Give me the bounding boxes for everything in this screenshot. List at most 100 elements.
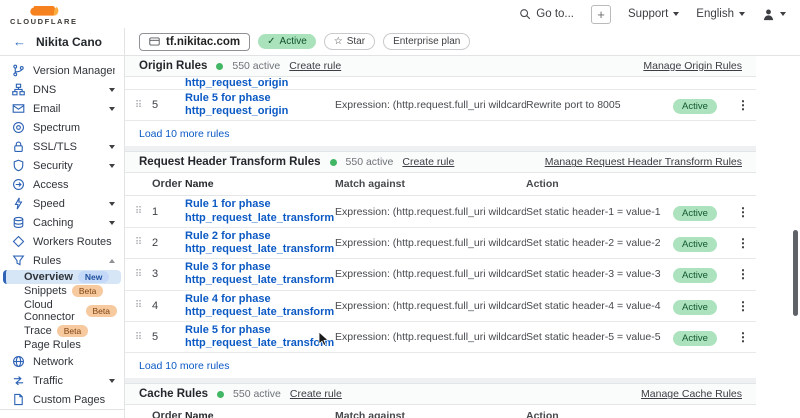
user-menu[interactable] — [762, 8, 786, 21]
rule-name-line2: http_request_late_transform — [185, 337, 331, 350]
sidebar-item-speed[interactable]: Speed — [0, 194, 124, 213]
drag-handle-icon[interactable]: ⠿ — [125, 269, 152, 280]
sidebar-item-security[interactable]: Security — [0, 156, 124, 175]
back-arrow-icon[interactable]: ← — [13, 34, 26, 49]
lock-icon — [12, 140, 25, 153]
sidebar-item-label: Security — [33, 160, 101, 172]
email-icon — [12, 102, 25, 115]
rule-name-link[interactable]: Rule 2 for phasehttp_request_late_transf… — [185, 230, 331, 256]
sidebar-item-label: Access — [33, 179, 115, 191]
sidebar-item-caching[interactable]: Caching — [0, 213, 124, 232]
sidebar-item-workers-routes[interactable]: Workers Routes — [0, 232, 124, 251]
section-request-header-transform-rules: Request Header Transform Rules550 active… — [125, 152, 756, 378]
rule-action: Set static header-1 = value-1 — [526, 206, 673, 218]
goto-search[interactable]: Go to... — [519, 8, 574, 20]
rule-name-link[interactable]: Rule 1 for phasehttp_request_late_transf… — [185, 198, 331, 224]
sidebar-subitem-overview[interactable]: OverviewNew — [3, 270, 121, 284]
kebab-menu-button[interactable]: ⋮ — [730, 299, 756, 313]
kebab-menu-button[interactable]: ⋮ — [730, 330, 756, 344]
star-button[interactable]: ☆ Star — [324, 33, 375, 50]
load-more-row: Load 10 more rules — [125, 353, 756, 378]
create-rule-link[interactable]: Create rule — [290, 388, 342, 400]
status-badge: ✓ Active — [258, 34, 316, 49]
table-row: ⠿4Rule 4 for phasehttp_request_late_tran… — [125, 291, 756, 322]
section-title: Origin Rules — [139, 60, 207, 72]
rule-name-link[interactable]: http_request_origin — [185, 77, 288, 90]
sidebar-item-label: DNS — [33, 84, 101, 96]
manage-rules-link[interactable]: Manage Request Header Transform Rules — [545, 156, 742, 168]
chevron-down-icon — [739, 12, 745, 16]
vertical-scrollbar[interactable] — [793, 230, 798, 316]
sidebar-item-custom-pages[interactable]: Custom Pages — [0, 390, 124, 409]
sidebar-item-ssl-tls[interactable]: SSL/TLS — [0, 137, 124, 156]
chevron-down-icon — [109, 88, 115, 92]
kebab-menu-button[interactable]: ⋮ — [730, 205, 756, 219]
rule-name-link[interactable]: Rule 5 for phasehttp_request_late_transf… — [185, 324, 331, 350]
rule-name-line1: Rule 4 for phase — [185, 293, 331, 306]
table-row-partial: http_request_origin — [125, 77, 756, 90]
rule-match-expression: Expression: (http.request.full_uri wildc… — [335, 206, 526, 218]
section-header: Cache Rules550 activeCreate ruleManage C… — [125, 384, 756, 405]
sidebar-item-spectrum[interactable]: Spectrum — [0, 118, 124, 137]
support-menu[interactable]: Support — [628, 8, 679, 20]
rule-name-cell: Rule 5 for phasehttp_request_late_transf… — [185, 322, 335, 352]
table-column-headers: OrderNameMatch againstAction — [125, 405, 756, 418]
content: Origin Rules550 activeCreate ruleManage … — [125, 56, 756, 418]
drag-handle-icon[interactable]: ⠿ — [125, 332, 152, 343]
rule-name-line1: Rule 5 for phase — [185, 92, 331, 105]
sidebar-item-label: Custom Pages — [33, 394, 115, 406]
sidebar-item-dns[interactable]: DNS — [0, 80, 124, 99]
sidebar-subitem-snippets[interactable]: SnippetsBeta — [3, 284, 121, 298]
new-badge: New — [78, 271, 109, 283]
database-icon — [12, 216, 25, 229]
language-menu[interactable]: English — [696, 8, 745, 20]
collapse-sidebar-button[interactable]: «Collapse sidebar — [0, 409, 124, 418]
sidebar-subitem-cloud-connector[interactable]: Cloud ConnectorBeta — [3, 298, 121, 324]
sidebar-subitem-label: Snippets — [24, 285, 67, 297]
sidebar-subitem-trace[interactable]: TraceBeta — [3, 324, 121, 338]
rule-name-line2: http_request_late_transform — [185, 243, 331, 256]
sidebar-item-email[interactable]: Email — [0, 99, 124, 118]
sidebar-item-network[interactable]: Network — [0, 352, 124, 371]
drag-handle-icon[interactable]: ⠿ — [125, 206, 152, 217]
drag-handle-icon[interactable]: ⠿ — [125, 237, 152, 248]
add-site-button[interactable]: + — [591, 5, 611, 24]
active-dot-icon — [330, 159, 337, 166]
kebab-menu-button[interactable]: ⋮ — [730, 267, 756, 281]
status-badge: Active — [673, 268, 717, 283]
status-badge: Active — [673, 206, 717, 221]
domain-selector[interactable]: tf.nikitac.com — [139, 33, 250, 51]
sidebar-subitem-label: Page Rules — [24, 339, 81, 351]
create-rule-link[interactable]: Create rule — [289, 60, 341, 72]
kebab-menu-button[interactable]: ⋮ — [730, 236, 756, 250]
column-name: Name — [185, 408, 335, 418]
manage-rules-link[interactable]: Manage Cache Rules — [641, 388, 742, 400]
rule-name-cell: Rule 2 for phasehttp_request_late_transf… — [185, 228, 335, 258]
rule-order: 4 — [152, 300, 185, 312]
create-rule-link[interactable]: Create rule — [402, 156, 454, 168]
sidebar-item-version-management[interactable]: Version Management — [0, 61, 124, 80]
chevron-down-icon — [109, 221, 115, 225]
sidebar-item-access[interactable]: Access — [0, 175, 124, 194]
kebab-menu-button[interactable]: ⋮ — [730, 98, 756, 112]
load-more-link[interactable]: Load 10 more rules — [139, 360, 229, 372]
rule-name-link[interactable]: Rule 4 for phasehttp_request_late_transf… — [185, 293, 331, 319]
language-label: English — [696, 8, 734, 20]
manage-rules-link[interactable]: Manage Origin Rules — [643, 60, 742, 72]
status-badge: Active — [673, 237, 717, 252]
drag-handle-icon[interactable]: ⠿ — [125, 300, 152, 311]
sidebar-item-label: Traffic — [33, 375, 101, 387]
sidebar-subitem-label: Cloud Connector — [24, 299, 81, 323]
rule-order: 5 — [152, 331, 185, 343]
cloudflare-logo[interactable]: CLOUDFLARE — [10, 3, 78, 26]
rule-name-link[interactable]: Rule 3 for phasehttp_request_late_transf… — [185, 261, 331, 287]
rule-name-cell: Rule 3 for phasehttp_request_late_transf… — [185, 259, 335, 289]
sidebar-subitem-page-rules[interactable]: Page Rules — [3, 338, 121, 352]
load-more-link[interactable]: Load 10 more rules — [139, 128, 229, 140]
drag-handle-icon[interactable]: ⠿ — [125, 100, 152, 111]
sidebar-item-label: Network — [33, 356, 115, 368]
sidebar-item-label: Spectrum — [33, 122, 115, 134]
sidebar-item-rules[interactable]: Rules — [0, 251, 124, 270]
sidebar-item-traffic[interactable]: Traffic — [0, 371, 124, 390]
rule-name-link[interactable]: Rule 5 for phasehttp_request_origin — [185, 92, 331, 118]
